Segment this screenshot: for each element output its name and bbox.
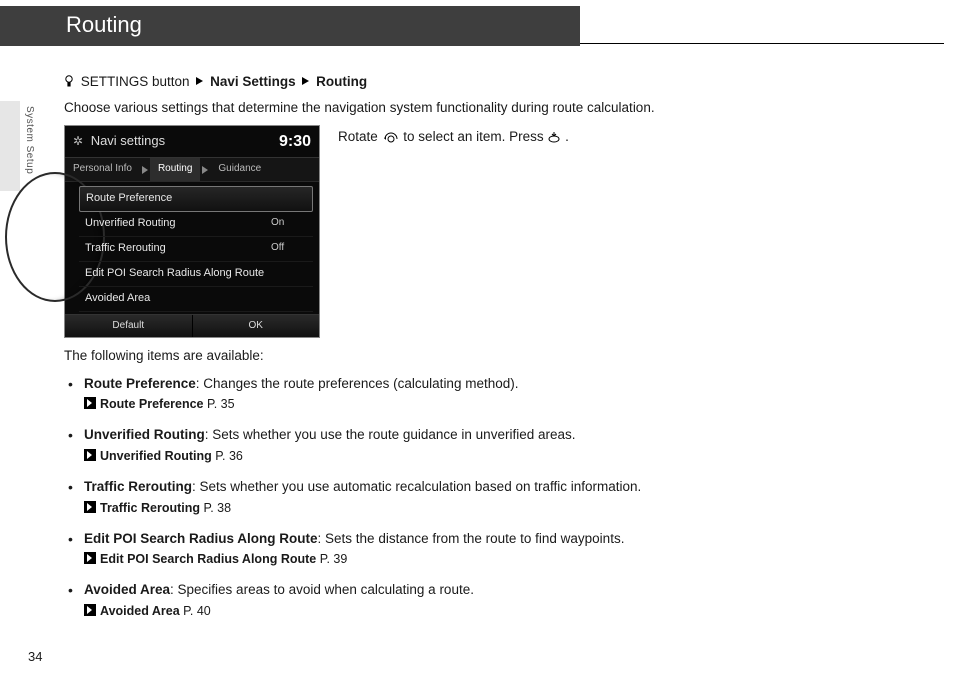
- list-item: Route Preference: Changes the route pref…: [68, 374, 824, 414]
- device-screenshot: ✲ Navi settings 9:30 Personal Info Routi…: [64, 125, 320, 338]
- item-title: Edit POI Search Radius Along Route: [84, 531, 318, 546]
- settings-icon: [64, 74, 74, 88]
- item-desc: : Sets the distance from the route to fi…: [318, 531, 625, 546]
- device-row-value: [271, 291, 307, 307]
- device-row-label: Traffic Rerouting: [85, 241, 166, 257]
- device-tabs: Personal Info Routing Guidance: [65, 158, 319, 182]
- instruction-post: .: [565, 129, 569, 144]
- device-title: Navi settings: [91, 133, 165, 148]
- device-row-label: Route Preference: [86, 191, 172, 207]
- item-title: Unverified Routing: [84, 427, 205, 442]
- cross-reference: Unverified Routing P. 36: [84, 447, 824, 465]
- xref-page: P. 39: [320, 552, 348, 566]
- press-button-icon: [547, 130, 561, 150]
- item-title: Route Preference: [84, 376, 196, 391]
- intro-text: Choose various settings that determine t…: [64, 98, 804, 118]
- available-label: The following items are available:: [64, 346, 892, 366]
- device-footer-button: Default: [65, 315, 193, 338]
- chevron-right-icon: [302, 77, 309, 85]
- chevron-right-icon: [196, 77, 203, 85]
- gear-icon: ✲: [73, 134, 83, 148]
- list-item: Edit POI Search Radius Along Route: Sets…: [68, 529, 824, 569]
- xref-page: P. 35: [207, 397, 235, 411]
- item-title: Avoided Area: [84, 582, 170, 597]
- device-titlebar: ✲ Navi settings 9:30: [65, 126, 319, 158]
- chevron-right-icon: [202, 166, 208, 174]
- item-desc: : Sets whether you use automatic recalcu…: [192, 479, 641, 494]
- device-row: Traffic Rerouting Off: [79, 237, 313, 262]
- device-row: Avoided Area: [79, 287, 313, 312]
- side-tab: [0, 101, 20, 191]
- device-title-wrap: ✲ Navi settings: [73, 132, 165, 151]
- device-clock: 9:30: [279, 130, 311, 153]
- xref-page: P. 38: [204, 501, 232, 515]
- xref-page: P. 36: [215, 449, 243, 463]
- xref-page: P. 40: [183, 604, 211, 618]
- list-item: Traffic Rerouting: Sets whether you use …: [68, 477, 824, 517]
- page-number: 34: [28, 649, 42, 664]
- xref-arrow-icon: [84, 449, 96, 461]
- device-tab: Guidance: [210, 158, 269, 181]
- device-row: Unverified Routing On: [79, 212, 313, 237]
- side-section-label: System Setup: [24, 106, 35, 174]
- page-title: Routing: [66, 12, 142, 37]
- items-list: Route Preference: Changes the route pref…: [64, 374, 824, 620]
- xref-arrow-icon: [84, 552, 96, 564]
- device-row-value: [271, 266, 307, 282]
- xref-title: Route Preference: [100, 397, 204, 411]
- header-row: Routing: [0, 6, 954, 46]
- device-row-label: Unverified Routing: [85, 216, 176, 232]
- cross-reference: Traffic Rerouting P. 38: [84, 499, 824, 517]
- rotate-dial-icon: [382, 130, 400, 150]
- content-area: SETTINGS button Navi Settings Routing Ch…: [64, 72, 892, 620]
- device-row-value: On: [271, 216, 307, 232]
- device-row-value: Off: [271, 241, 307, 257]
- xref-arrow-icon: [84, 604, 96, 616]
- device-row-selected: Route Preference: [79, 186, 313, 212]
- breadcrumb-prefix: SETTINGS button: [81, 74, 190, 89]
- device-footer: Default OK: [65, 314, 319, 338]
- breadcrumb-step1: Navi Settings: [210, 74, 296, 89]
- item-desc: : Specifies areas to avoid when calculat…: [170, 582, 474, 597]
- device-footer-button: OK: [193, 315, 320, 338]
- cross-reference: Avoided Area P. 40: [84, 602, 824, 620]
- xref-title: Traffic Rerouting: [100, 501, 200, 515]
- header-rule: [580, 43, 944, 44]
- cross-reference: Route Preference P. 35: [84, 395, 824, 413]
- list-item: Avoided Area: Specifies areas to avoid w…: [68, 580, 824, 620]
- item-title: Traffic Rerouting: [84, 479, 192, 494]
- instruction-text: Rotate to select an item. Press .: [338, 125, 569, 150]
- item-desc: : Sets whether you use the route guidanc…: [205, 427, 576, 442]
- device-tab-active: Routing: [150, 158, 200, 181]
- list-item: Unverified Routing: Sets whether you use…: [68, 425, 824, 465]
- page-title-bar: Routing: [0, 6, 580, 46]
- chevron-right-icon: [142, 166, 148, 174]
- xref-arrow-icon: [84, 501, 96, 513]
- instruction-pre: Rotate: [338, 129, 382, 144]
- screenshot-row: ✲ Navi settings 9:30 Personal Info Routi…: [64, 125, 892, 338]
- xref-title: Edit POI Search Radius Along Route: [100, 552, 316, 566]
- xref-title: Avoided Area: [100, 604, 180, 618]
- instruction-mid: to select an item. Press: [403, 129, 547, 144]
- xref-title: Unverified Routing: [100, 449, 212, 463]
- device-row-value: [270, 191, 306, 207]
- item-desc: : Changes the route preferences (calcula…: [196, 376, 519, 391]
- device-body: Route Preference Unverified Routing On T…: [65, 182, 319, 314]
- device-row-label: Avoided Area: [85, 291, 150, 307]
- cross-reference: Edit POI Search Radius Along Route P. 39: [84, 550, 824, 568]
- xref-arrow-icon: [84, 397, 96, 409]
- breadcrumb: SETTINGS button Navi Settings Routing: [64, 72, 892, 92]
- device-row-label: Edit POI Search Radius Along Route: [85, 266, 264, 282]
- breadcrumb-step2: Routing: [316, 74, 367, 89]
- device-row: Edit POI Search Radius Along Route: [79, 262, 313, 287]
